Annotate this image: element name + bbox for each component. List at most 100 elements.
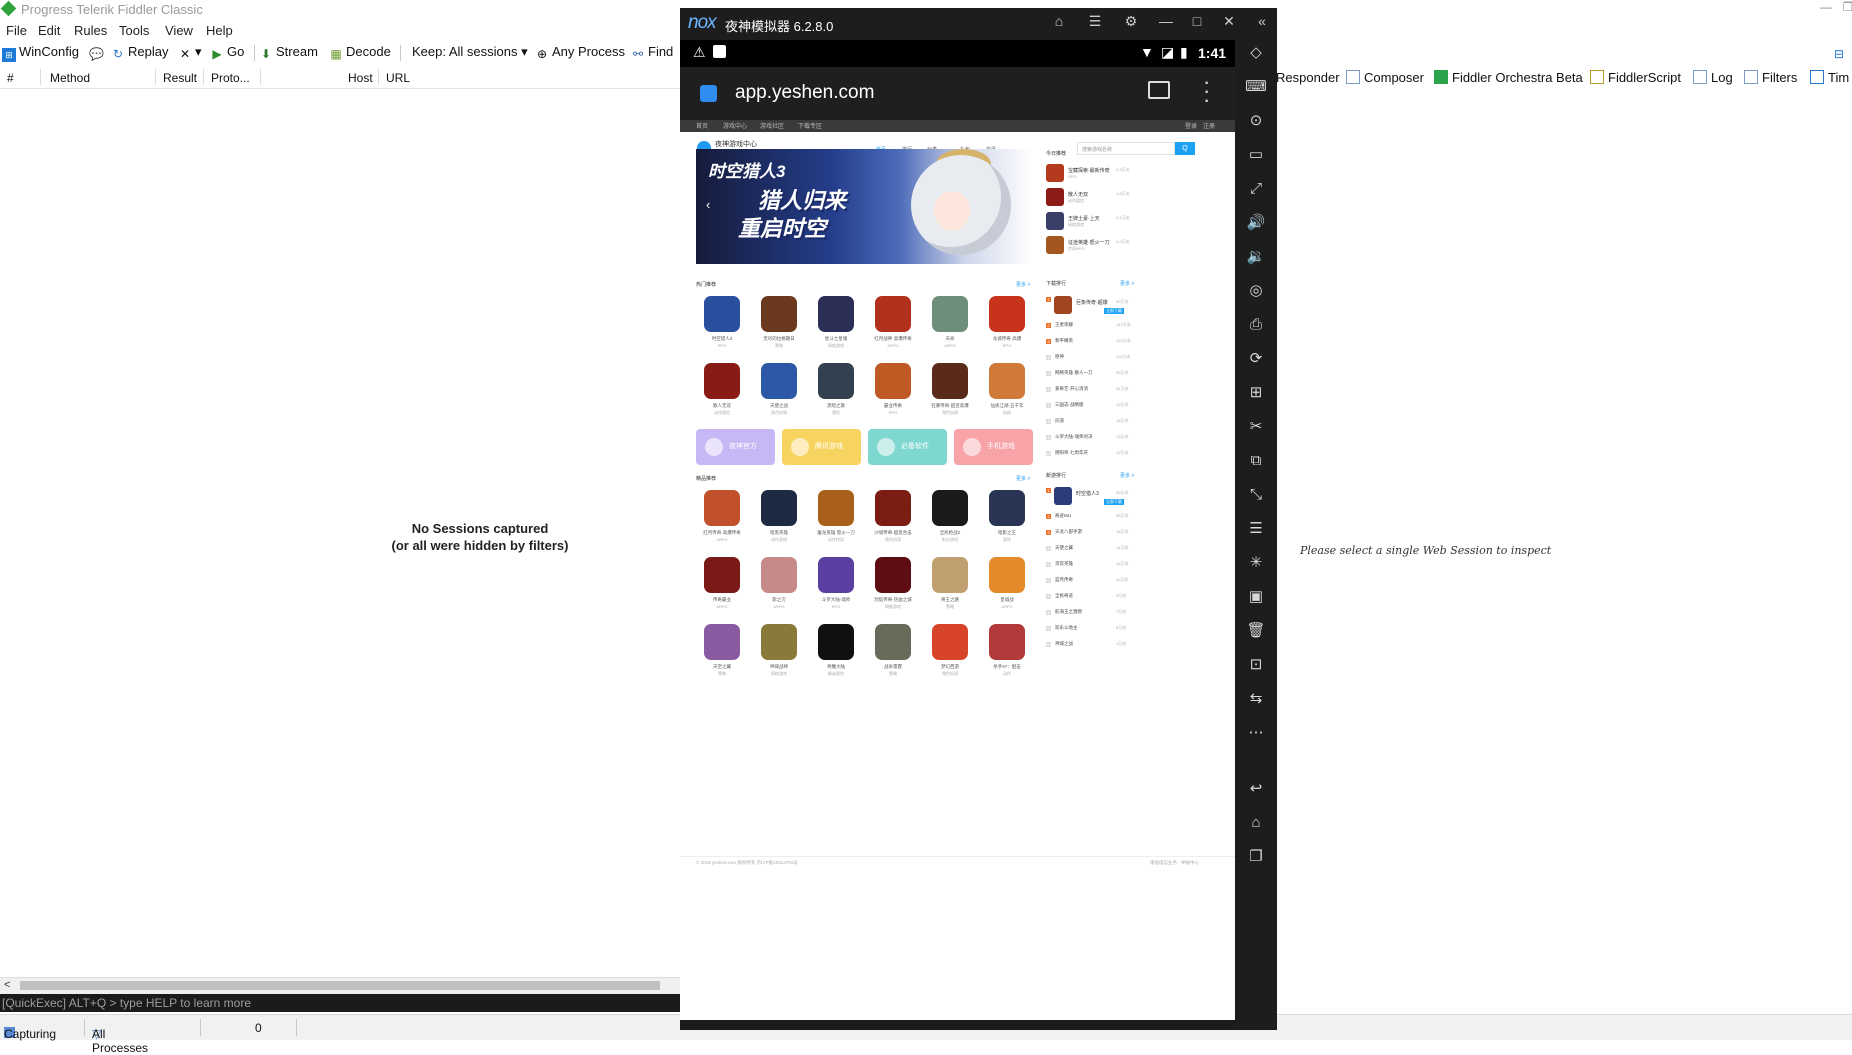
- tab-filters[interactable]: Filters: [1744, 70, 1797, 85]
- column-url[interactable]: URL: [386, 71, 410, 85]
- today-item[interactable]: 征途英雄·怒火一刀 传奇RPG 2.0万次: [1046, 236, 1136, 258]
- new-more-link[interactable]: 更多 >: [1120, 472, 1134, 479]
- today-item[interactable]: 王牌土豪·上天 网络游戏 3.1万次: [1046, 212, 1136, 234]
- rank-list-item[interactable]: 5 网络英雄·散人一刀 55万次: [1046, 370, 1136, 380]
- more-menu-icon[interactable]: · · ·: [1203, 71, 1210, 111]
- find-button[interactable]: ⚯ Find: [631, 44, 673, 61]
- rank-list-item[interactable]: 4 天使之翼 14万次: [1046, 545, 1136, 555]
- footer-links[interactable]: 增值电信业务 · 举报中心: [1150, 860, 1199, 866]
- minimize-button[interactable]: —: [1814, 0, 1838, 14]
- go-button[interactable]: ▶ Go: [210, 44, 244, 61]
- rank-list-item[interactable]: 10 阴阳师·七周年庆 12万次: [1046, 450, 1136, 460]
- menu-help[interactable]: Help: [206, 23, 233, 38]
- rank-list-item[interactable]: 3 天龙八部手游 16万次: [1046, 529, 1136, 539]
- download-more-link[interactable]: 更多 >: [1120, 280, 1134, 287]
- rank-list-item[interactable]: 2 奇迹MU 38万次: [1046, 513, 1136, 523]
- tab-responder[interactable]: Responder: [1276, 70, 1340, 85]
- featured-more-link[interactable]: 更多 >: [1016, 475, 1030, 482]
- download-button[interactable]: 立即下载: [1104, 499, 1124, 505]
- column-number[interactable]: #: [7, 71, 14, 85]
- menu-rules[interactable]: Rules: [74, 23, 107, 38]
- rank-list-item[interactable]: 6 爱奇艺·开心消消 34万次: [1046, 386, 1136, 396]
- menu-view[interactable]: View: [165, 23, 193, 38]
- tab-composer[interactable]: Composer: [1346, 70, 1424, 85]
- screen-icon[interactable]: ▭: [1245, 144, 1267, 166]
- trash-icon[interactable]: 🗑: [1245, 620, 1267, 642]
- rank-list-item[interactable]: 8 航海王之激燃 7万次: [1046, 609, 1136, 619]
- record-icon[interactable]: ▣: [1245, 586, 1267, 608]
- menu-tools[interactable]: Tools: [119, 23, 149, 38]
- any-process-button[interactable]: ⊕ Any Process: [535, 44, 625, 61]
- nox-collapse-icon[interactable]: «: [1251, 13, 1273, 29]
- nox-maximize-icon[interactable]: □: [1186, 13, 1208, 29]
- apk-install-icon[interactable]: ⊞: [1245, 382, 1267, 404]
- strip-login[interactable]: 登录: [1185, 121, 1197, 130]
- nox-home-icon[interactable]: ⌂: [1048, 13, 1070, 29]
- rotate-icon[interactable]: ⟳: [1245, 348, 1267, 370]
- site-search-input[interactable]: 搜索游戏名称: [1077, 142, 1175, 155]
- column-method[interactable]: Method: [50, 71, 90, 85]
- comment-button[interactable]: 💬: [89, 44, 106, 61]
- download-top-item[interactable]: 1 巨象传奇·超爆 30万次 立即下载: [1046, 296, 1136, 318]
- column-result[interactable]: Result: [163, 71, 197, 85]
- scroll-left-icon[interactable]: <: [4, 979, 10, 991]
- promo-tencent[interactable]: 腾讯游戏: [782, 429, 861, 465]
- home-icon[interactable]: ⌂: [1245, 812, 1267, 834]
- today-item[interactable]: 散人无双 动作冒险 1.8万次: [1046, 188, 1136, 210]
- rank-list-item[interactable]: 7 三国志·战略版 19万次: [1046, 402, 1136, 412]
- loading-icon[interactable]: ✳: [1245, 552, 1267, 574]
- site-search-button[interactable]: Q: [1175, 142, 1195, 155]
- rank-list-item[interactable]: 4 原神 110万次: [1046, 354, 1136, 364]
- rank-list-item[interactable]: 7 全民奇迹 9万次: [1046, 593, 1136, 603]
- today-item[interactable]: 宝藏探索·最新传奇 RPG 2.3万次: [1046, 164, 1136, 186]
- nox-settings-icon[interactable]: ⚙: [1120, 13, 1142, 30]
- strip-link[interactable]: 首页: [696, 121, 708, 130]
- strip-register[interactable]: 注册: [1203, 121, 1215, 130]
- rank-list-item[interactable]: 5 贪玩英雄 12万次: [1046, 561, 1136, 571]
- tabs-icon[interactable]: [1148, 81, 1170, 99]
- rank-list-item[interactable]: 8 问道 16万次: [1046, 418, 1136, 428]
- volume-down-icon[interactable]: 🔉: [1245, 246, 1267, 268]
- column-protocol[interactable]: Proto...: [211, 71, 250, 85]
- sync-icon[interactable]: ⇆: [1245, 688, 1267, 710]
- location-icon[interactable]: ⊙: [1245, 110, 1267, 132]
- add-app-icon[interactable]: ⊡: [1245, 654, 1267, 676]
- menu-lines-icon[interactable]: ☰: [1245, 518, 1267, 540]
- column-host[interactable]: Host: [348, 71, 373, 85]
- strip-link[interactable]: 游戏社区: [760, 121, 784, 130]
- screenshot-icon[interactable]: ◎: [1245, 280, 1267, 302]
- stream-button[interactable]: ⬇ Stream: [259, 44, 318, 61]
- scrollbar-thumb[interactable]: [20, 981, 660, 990]
- nox-close-icon[interactable]: ✕: [1218, 13, 1240, 30]
- remove-button[interactable]: ✕ ▾: [178, 44, 202, 61]
- rank-list-item[interactable]: 9 斗罗大陆·魂师对决 13万次: [1046, 434, 1136, 444]
- rank-list-item[interactable]: 6 蓝月传奇 11万次: [1046, 577, 1136, 587]
- winconfig-button[interactable]: ⊞ WinConfig: [2, 44, 79, 62]
- download-button[interactable]: 立即下载: [1104, 308, 1124, 314]
- promo-nox[interactable]: 夜神官方: [696, 429, 775, 465]
- replay-button[interactable]: ↻ Replay: [111, 44, 169, 61]
- restore-button[interactable]: ❐: [1836, 0, 1852, 14]
- menu-file[interactable]: File: [6, 23, 27, 38]
- resize-icon[interactable]: ⤡: [1245, 484, 1267, 506]
- url-field[interactable]: app.yeshen.com: [735, 82, 874, 104]
- recents-icon[interactable]: ❐: [1245, 846, 1267, 868]
- keep-sessions-dropdown[interactable]: Keep: All sessions ▾: [412, 44, 528, 60]
- quickexec-input[interactable]: [QuickExec] ALT+Q > type HELP to learn m…: [0, 994, 682, 1012]
- rank-list-item[interactable]: 2 王者荣耀 147万次: [1046, 322, 1136, 332]
- hot-more-link[interactable]: 更多 >: [1016, 281, 1030, 288]
- decode-button[interactable]: ▦ Decode: [329, 44, 390, 61]
- rank-list-item[interactable]: 9 欢乐斗地主 5万次: [1046, 625, 1136, 635]
- menu-edit[interactable]: Edit: [38, 23, 60, 38]
- tab-log[interactable]: Log: [1693, 70, 1733, 85]
- tab-timeline[interactable]: Tim: [1810, 70, 1849, 85]
- back-icon[interactable]: ↩: [1245, 778, 1267, 800]
- multi-instance-icon[interactable]: ⧉: [1245, 450, 1267, 472]
- rank-list-item[interactable]: 3 和平精英 123万次: [1046, 338, 1136, 348]
- nox-toolbar-icon[interactable]: ◇: [1245, 42, 1267, 64]
- promo-software[interactable]: 必备软件: [868, 429, 947, 465]
- rank-list-item[interactable]: 10 神域之战 4万次: [1046, 641, 1136, 651]
- horizontal-scrollbar[interactable]: <: [0, 977, 680, 994]
- nox-menu-icon[interactable]: ☰: [1084, 13, 1106, 30]
- keyboard-icon[interactable]: ⌨: [1245, 76, 1267, 98]
